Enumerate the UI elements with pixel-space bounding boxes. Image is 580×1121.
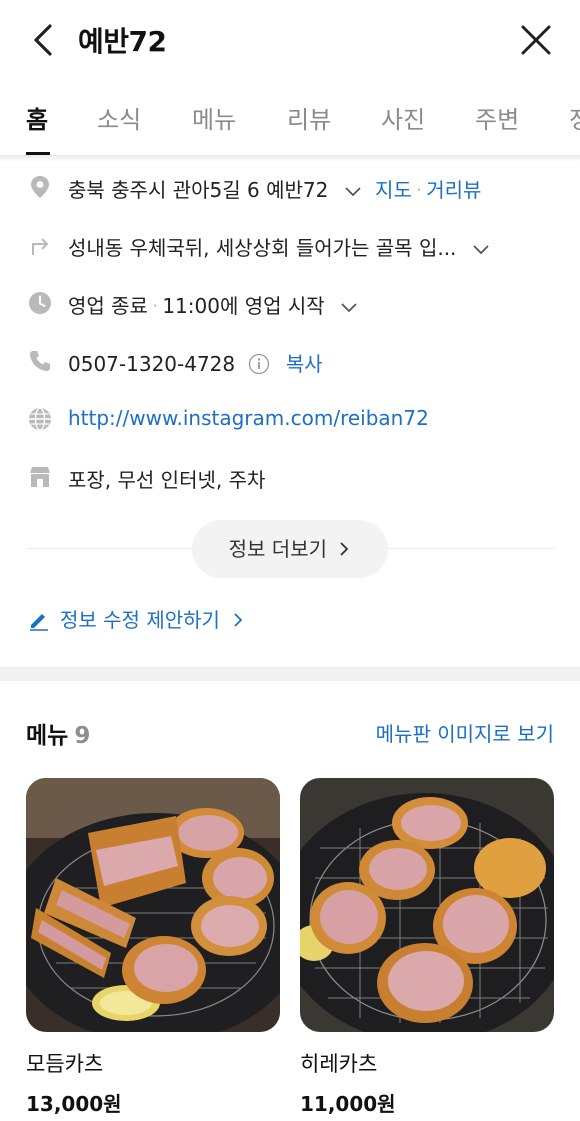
hours-row: 영업 종료 · 11:00에 영업 시작 xyxy=(0,286,580,326)
menu-item-price: 11,000원 xyxy=(300,1092,396,1116)
active-tab-indicator xyxy=(26,152,50,155)
more-info-label: 정보 더보기 xyxy=(228,537,327,561)
directions-text: 성내동 우체국뒤, 세상상회 들어가는 골목 입... xyxy=(68,236,457,260)
tab-info[interactable]: 정 xyxy=(569,100,580,135)
menu-card[interactable]: 모듬카츠 13,000원 xyxy=(26,778,280,1117)
chevron-down-icon[interactable] xyxy=(339,298,359,318)
menu-card[interactable]: 히레카츠 11,000원 xyxy=(300,778,554,1117)
tabs-shadow xyxy=(0,156,580,162)
website-link[interactable]: http://www.instagram.com/reiban72 xyxy=(68,406,429,430)
address-row: 충북 충주시 관아5길 6 예반72 지도 · 거리뷰 xyxy=(0,170,580,210)
top-bar: 예반72 xyxy=(0,0,580,80)
tab-nearby[interactable]: 주변 xyxy=(475,100,519,135)
close-icon[interactable] xyxy=(518,22,554,58)
clock-icon xyxy=(27,290,53,316)
chevron-right-icon xyxy=(234,613,243,627)
amenities-row: 포장, 무선 인터넷, 주차 xyxy=(0,460,580,500)
menu-section-title: 메뉴 9 xyxy=(26,723,91,749)
address-text: 충북 충주시 관아5길 6 예반72 xyxy=(68,178,329,202)
menu-item-name: 모듬카츠 xyxy=(26,1052,104,1076)
copy-phone-button[interactable]: 복사 xyxy=(286,352,323,376)
website-row: http://www.instagram.com/reiban72 xyxy=(0,402,580,442)
info-icon[interactable] xyxy=(248,353,270,375)
tab-menu[interactable]: 메뉴 xyxy=(192,100,236,135)
store-icon xyxy=(27,464,53,490)
tab-bar: 홈 소식 메뉴 리뷰 사진 주변 정 xyxy=(0,80,580,156)
directions-row: 성내동 우체국뒤, 세상상회 들어가는 골목 입... xyxy=(0,228,580,268)
back-icon[interactable] xyxy=(28,22,64,58)
menu-count: 9 xyxy=(74,723,91,749)
amenities-text: 포장, 무선 인터넷, 주차 xyxy=(68,468,266,492)
globe-icon xyxy=(27,406,53,432)
hours-status: 영업 종료 xyxy=(68,294,148,318)
suggest-edit-label: 정보 수정 제안하기 xyxy=(60,608,220,632)
menu-board-link[interactable]: 메뉴판 이미지로 보기 xyxy=(376,718,554,747)
chevron-down-icon[interactable] xyxy=(343,182,363,202)
section-divider xyxy=(0,667,580,681)
menu-item-name: 히레카츠 xyxy=(300,1052,378,1076)
chevron-down-icon[interactable] xyxy=(471,240,491,260)
tab-news[interactable]: 소식 xyxy=(97,100,141,135)
tab-photos[interactable]: 사진 xyxy=(381,100,425,135)
menu-photo-hire-katsu[interactable] xyxy=(300,778,554,1032)
phone-row: 0507-1320-4728 복사 xyxy=(0,344,580,384)
map-link[interactable]: 지도 xyxy=(375,178,412,202)
directions-arrow-icon xyxy=(27,232,53,258)
suggest-edit-link[interactable]: 정보 수정 제안하기 xyxy=(28,604,254,633)
hours-next: 11:00에 영업 시작 xyxy=(162,294,325,318)
menu-photo-moduem-katsu[interactable] xyxy=(26,778,280,1032)
menu-item-price: 13,000원 xyxy=(26,1092,122,1116)
more-info-button[interactable]: 정보 더보기 xyxy=(192,520,388,578)
phone-number[interactable]: 0507-1320-4728 xyxy=(68,352,235,376)
phone-icon xyxy=(27,348,53,374)
pencil-icon xyxy=(30,614,48,631)
page-title: 예반72 xyxy=(78,25,167,58)
chevron-right-icon xyxy=(340,542,349,556)
tab-reviews[interactable]: 리뷰 xyxy=(287,100,331,135)
tab-home[interactable]: 홈 xyxy=(26,100,48,135)
roadview-link[interactable]: 거리뷰 xyxy=(426,178,481,202)
location-pin-icon xyxy=(27,174,53,200)
